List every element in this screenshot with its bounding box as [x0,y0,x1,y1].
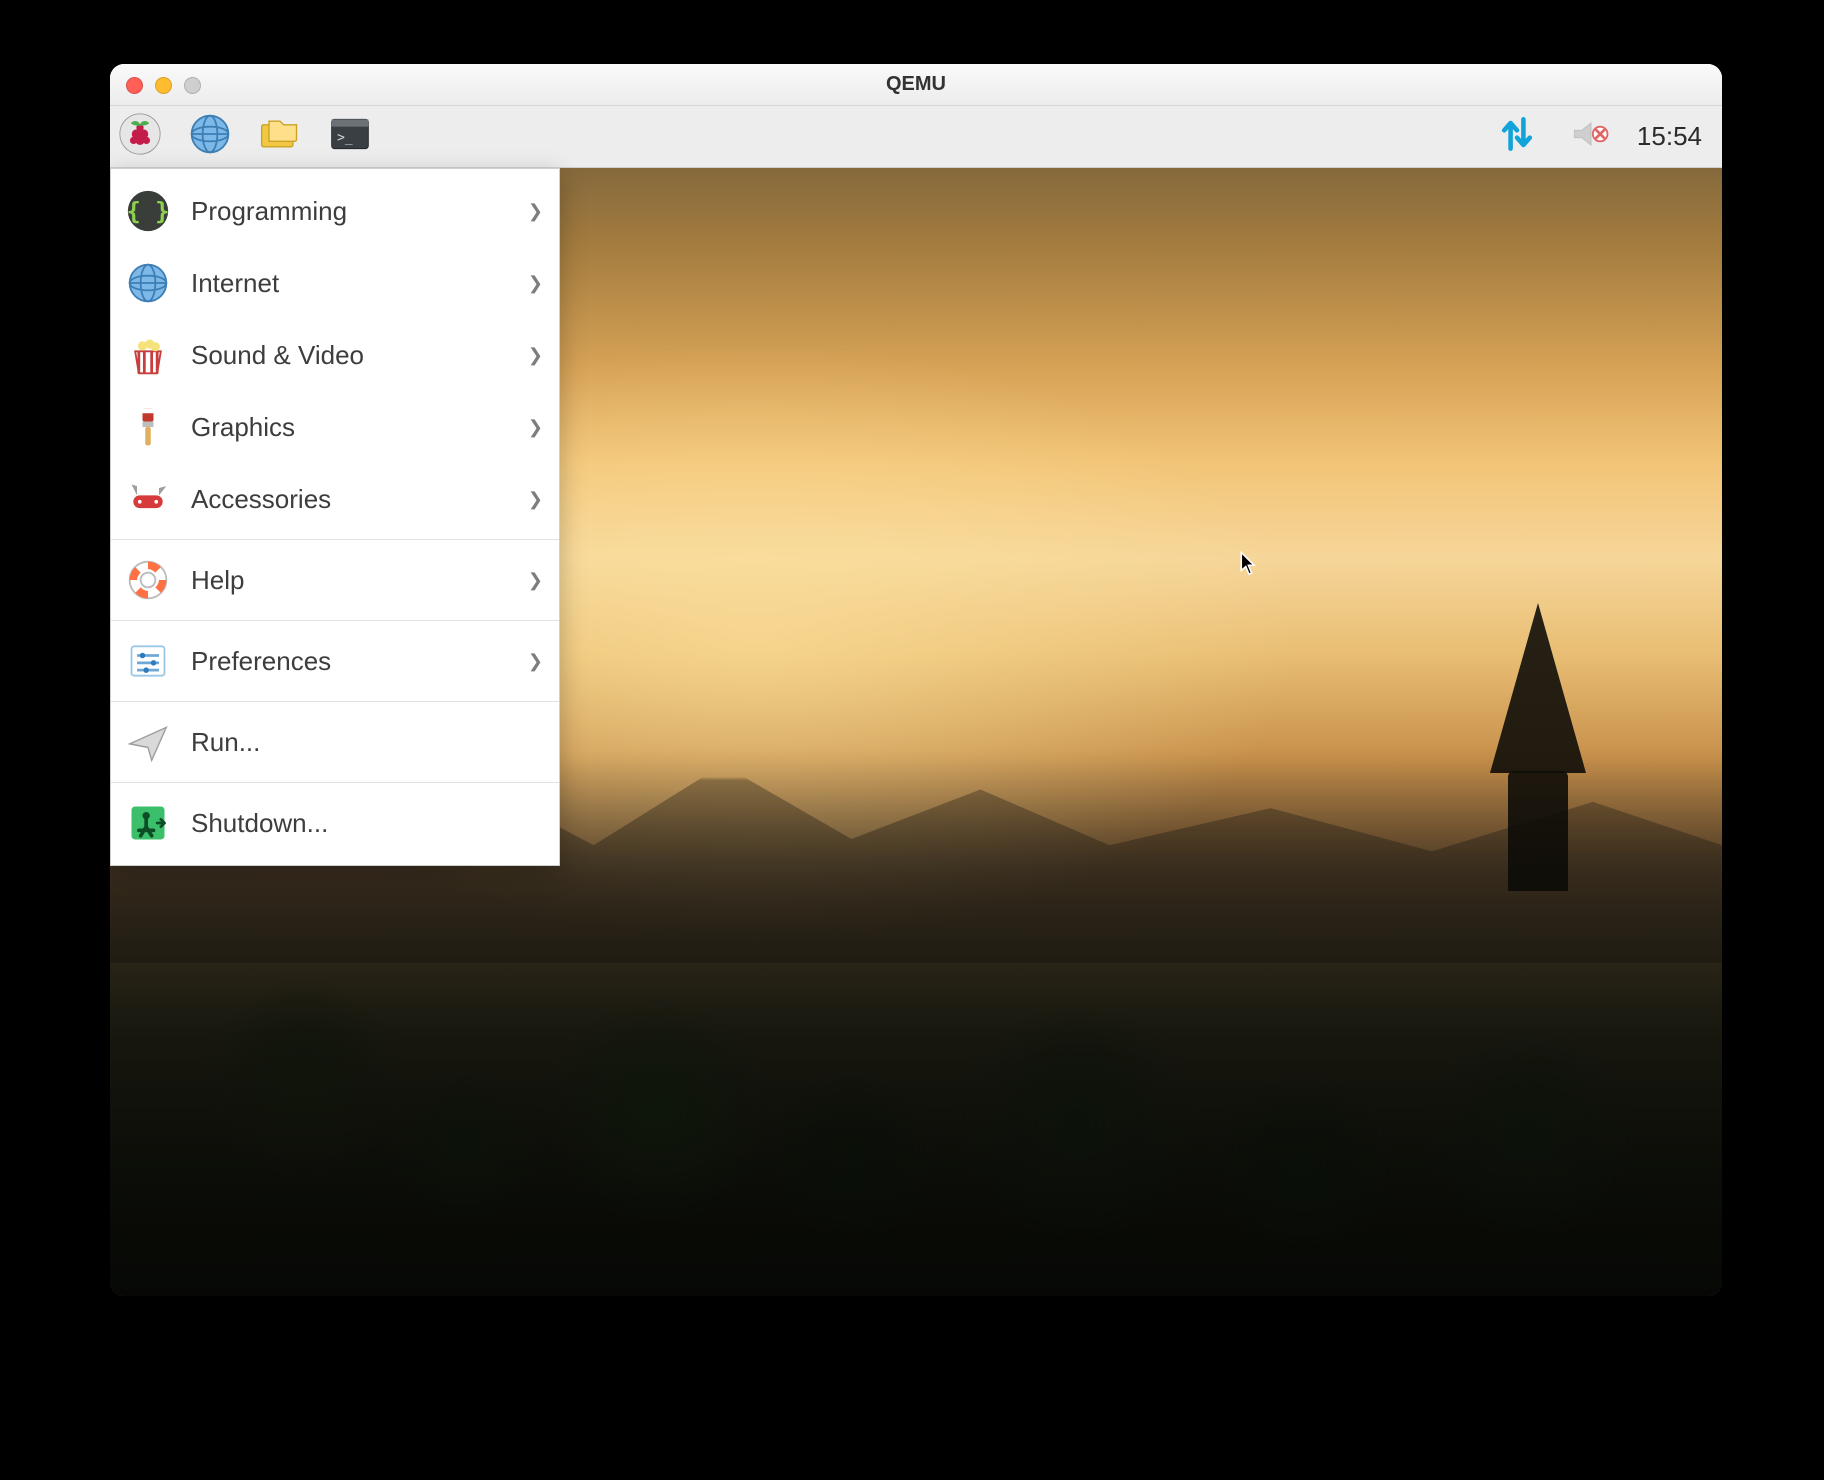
menu-separator [111,620,559,621]
globe-icon [123,258,173,308]
network-indicator[interactable] [1493,113,1541,161]
chevron-right-icon: ❯ [528,489,543,510]
menu-item-shutdown[interactable]: Shutdown... [111,787,559,859]
chevron-right-icon: ❯ [528,345,543,366]
sliders-icon [123,636,173,686]
host-titlebar[interactable]: QEMU [110,64,1722,106]
menu-item-help[interactable]: Help ❯ [111,544,559,616]
raspberry-icon [118,112,162,161]
host-window-title: QEMU [110,73,1722,96]
paperplane-icon [123,717,173,767]
menu-item-accessories[interactable]: Accessories ❯ [111,463,559,535]
swissknife-icon [123,474,173,524]
chevron-right-icon: ❯ [528,273,543,294]
window-minimize-button[interactable] [155,77,172,94]
network-arrows-icon [1495,112,1539,161]
svg-text:>_: >_ [337,130,353,145]
terminal-launcher[interactable]: >_ [326,113,374,161]
chevron-right-icon: ❯ [528,570,543,591]
application-menu: { }Programming❯Internet❯Sound & Video❯Gr… [110,168,560,866]
paintbrush-icon [123,402,173,452]
menu-item-label: Run... [191,727,543,758]
popcorn-icon [123,330,173,380]
menu-separator [111,539,559,540]
menu-item-label: Preferences [191,646,510,677]
menu-item-graphics[interactable]: Graphics ❯ [111,391,559,463]
menu-item-label: Graphics [191,412,510,443]
window-zoom-button[interactable] [184,77,201,94]
chevron-right-icon: ❯ [528,651,543,672]
taskbar: >_ 15:54 [110,106,1722,168]
start-menu-button[interactable] [116,113,164,161]
braces-icon: { } [123,186,173,236]
terminal-icon: >_ [328,112,372,161]
web-browser-launcher[interactable] [186,113,234,161]
lifebuoy-icon [123,555,173,605]
taskbar-clock[interactable]: 15:54 [1637,121,1702,152]
menu-item-internet[interactable]: Internet ❯ [111,247,559,319]
menu-item-preferences[interactable]: Preferences ❯ [111,625,559,697]
volume-indicator[interactable] [1567,113,1615,161]
menu-item-label: Internet [191,268,510,299]
menu-item-run[interactable]: Run... [111,706,559,778]
folders-icon [258,112,302,161]
chevron-right-icon: ❯ [528,201,543,222]
window-close-button[interactable] [126,77,143,94]
file-manager-launcher[interactable] [256,113,304,161]
volume-muted-icon [1569,112,1613,161]
menu-item-label: Help [191,565,510,596]
menu-item-label: Accessories [191,484,510,515]
menu-item-programming[interactable]: { } Programming ❯ [111,175,559,247]
menu-item-label: Shutdown... [191,808,543,839]
menu-item-label: Programming [191,196,510,227]
menu-separator [111,701,559,702]
globe-icon [188,112,232,161]
svg-text:{ }: { } [126,197,169,225]
menu-separator [111,782,559,783]
qemu-host-window: QEMU >_ 15:54 { }Programming❯Internet❯So… [110,64,1722,1296]
exit-icon [123,798,173,848]
menu-item-sound-video[interactable]: Sound & Video ❯ [111,319,559,391]
chevron-right-icon: ❯ [528,417,543,438]
menu-item-label: Sound & Video [191,340,510,371]
guest-screen[interactable]: >_ 15:54 { }Programming❯Internet❯Sound &… [110,106,1722,1296]
